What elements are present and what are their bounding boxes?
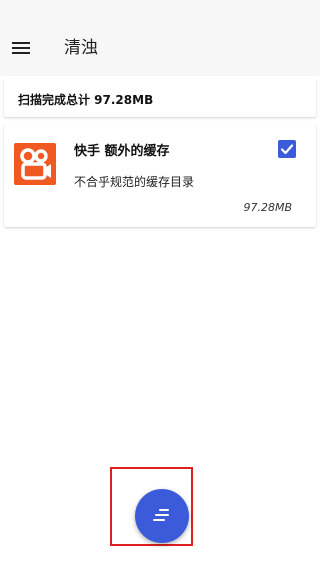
clean-lines-icon (153, 509, 171, 523)
item-title: 快手 额外的缓存 (74, 144, 170, 159)
scan-summary-text: 扫描完成总计 97.28MB (18, 93, 154, 107)
clean-fab-button[interactable] (135, 489, 189, 543)
hamburger-menu-icon[interactable] (12, 35, 38, 61)
app-bar: 清浊 (0, 0, 320, 76)
item-description: 不合乎规范的缓存目录 (74, 175, 195, 189)
kuaishou-app-icon (14, 143, 56, 185)
item-checkbox[interactable] (278, 140, 296, 158)
item-size: 97.28MB (243, 201, 292, 214)
checkmark-icon (280, 144, 294, 155)
page-title: 清浊 (64, 38, 98, 58)
list-item[interactable]: 快手 额外的缓存 不合乎规范的缓存目录 97.28MB (4, 123, 316, 227)
scan-summary-card: 扫描完成总计 97.28MB (4, 79, 316, 117)
